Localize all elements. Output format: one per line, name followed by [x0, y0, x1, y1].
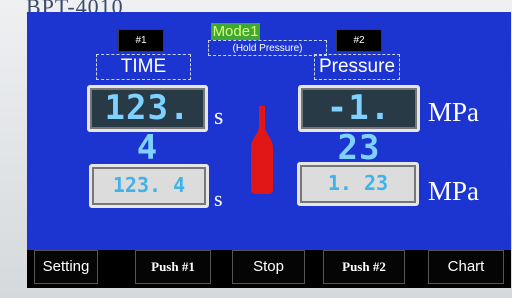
time-setpoint-value: 123. 4 — [112, 173, 186, 197]
chart-button[interactable]: Chart — [428, 250, 504, 284]
time-setpoint-unit: s — [214, 186, 223, 211]
pressure-actual-value: -1. 23 — [326, 88, 392, 168]
push-2-button[interactable]: Push #2 — [323, 250, 405, 284]
push-1-button[interactable]: Push #1 — [135, 250, 211, 284]
time-actual-display: 123. 4 — [87, 85, 208, 168]
time-actual-value: 123. 4 — [104, 88, 191, 168]
mode-badge[interactable]: Mode1 — [211, 23, 260, 40]
stop-button[interactable]: Stop — [232, 250, 305, 284]
hmi-screen: #1 Mode1 (Hold Pressure) #2 TIME Pressur… — [27, 12, 511, 288]
time-label: TIME — [96, 54, 191, 80]
pressure-actual-display: -1. 23 — [298, 85, 420, 168]
pressure-actual-unit: MPa — [428, 97, 480, 127]
setting-button[interactable]: Setting — [34, 250, 98, 284]
pressure-setpoint-value: 1. 23 — [327, 171, 389, 195]
pressure-label: Pressure — [314, 54, 400, 80]
time-setpoint-input[interactable]: 123. 4 — [89, 164, 209, 208]
pressure-setpoint-unit: MPa — [428, 176, 480, 206]
station-id-left: #1 — [118, 29, 164, 52]
station-id-right: #2 — [336, 29, 382, 52]
pressure-setpoint-input[interactable]: 1. 23 — [297, 162, 419, 206]
time-actual-unit: s — [214, 104, 224, 130]
bottle-icon — [251, 106, 273, 194]
mode-description: (Hold Pressure) — [208, 40, 327, 56]
